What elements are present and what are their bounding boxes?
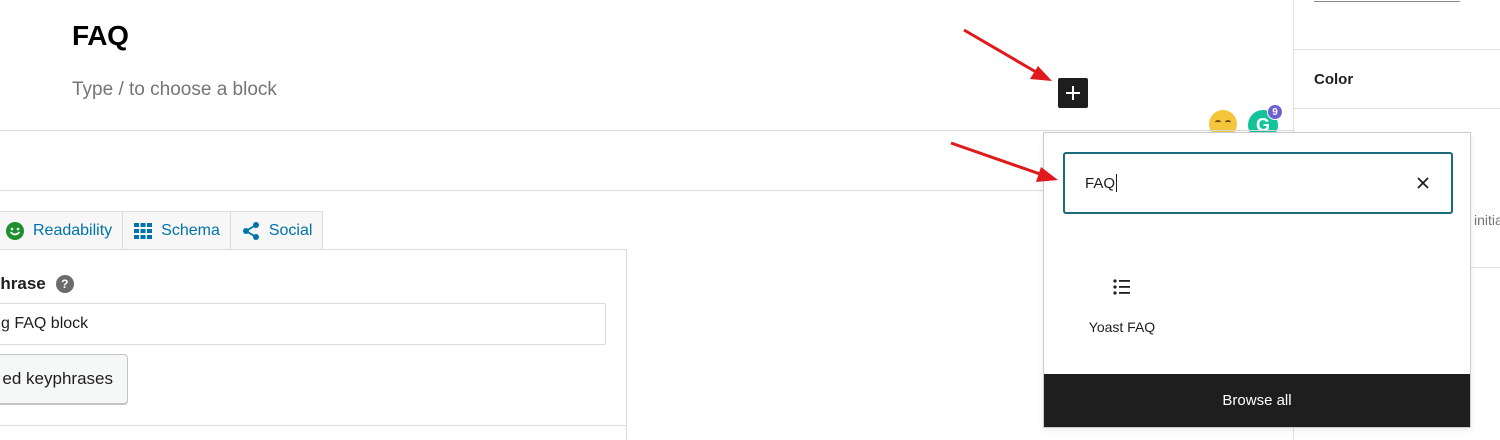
grid-icon [133,221,153,241]
grammarly-badge: 9 [1267,104,1283,120]
text-caret [1116,174,1118,192]
block-search-input[interactable]: FAQ [1085,174,1413,192]
focus-keyphrase-input[interactable] [0,303,606,345]
tab-social[interactable]: Social [230,211,324,250]
keyphrase-label-text: phrase [0,274,46,293]
block-inserter-popover: FAQ Yoast FAQ Browse all [1043,132,1471,428]
close-icon[interactable] [1413,173,1433,193]
sidebar-text: initia [1474,212,1500,228]
tab-readability[interactable]: Readability [0,211,124,250]
plus-icon [1066,86,1080,100]
yoast-tabs: Readability Schema Social [0,211,324,250]
sidebar-divider [1294,49,1500,50]
tab-label: Readability [33,221,113,239]
tab-label: Schema [161,221,220,239]
editor-divider [0,130,1293,131]
color-panel-toggle[interactable]: Color [1314,71,1353,88]
search-value: FAQ [1085,174,1116,192]
block-result-label: Yoast FAQ [1088,319,1156,335]
block-placeholder[interactable]: Type / to choose a block [72,79,277,101]
tab-label: Social [268,221,313,239]
block-result-yoast-faq[interactable]: Yoast FAQ [1074,269,1170,347]
tab-schema[interactable]: Schema [123,211,231,250]
focus-keyphrase-label: phrase ? [0,274,74,294]
panel-divider [0,425,627,426]
arrow-to-inserter-icon [963,28,1052,81]
post-title[interactable]: FAQ [72,20,129,52]
sidebar-field[interactable] [1314,0,1460,2]
arrow-to-search-icon [950,141,1058,182]
smiley-icon [5,221,25,241]
sidebar-divider [1294,108,1500,109]
share-icon [241,221,261,241]
block-search-box[interactable]: FAQ [1063,152,1453,214]
add-related-keyphrases-button[interactable]: ed keyphrases [0,354,128,404]
list-icon [1113,279,1130,295]
browse-all-button[interactable]: Browse all [1044,374,1470,427]
block-inserter-button[interactable] [1058,78,1088,108]
help-icon[interactable]: ? [55,275,74,293]
